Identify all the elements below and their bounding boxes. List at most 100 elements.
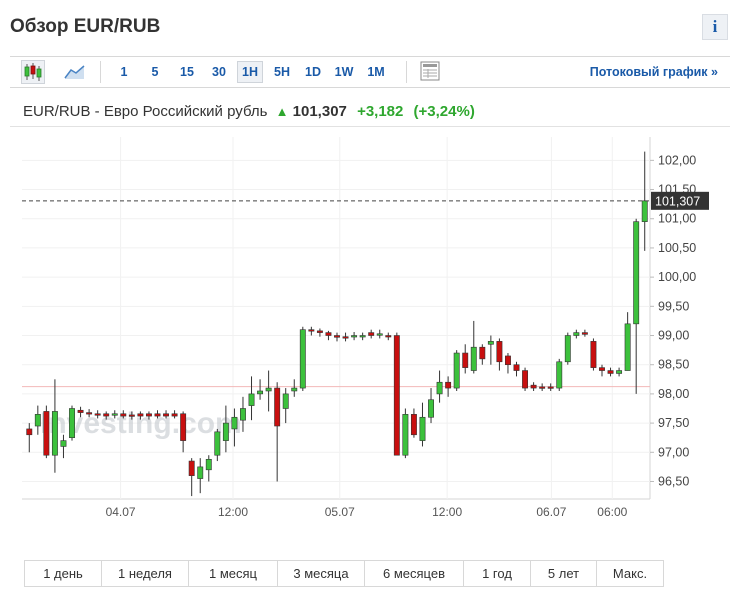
candle xyxy=(564,332,571,365)
candle-body-up xyxy=(487,341,494,345)
candle xyxy=(547,383,554,391)
range-6-months[interactable]: 6 месяцев xyxy=(365,561,464,586)
streaming-chart-link[interactable]: Потоковый график » xyxy=(590,65,718,79)
candle-body-down xyxy=(120,413,127,417)
candle xyxy=(410,408,417,438)
area-chart-icon[interactable] xyxy=(63,60,87,84)
timeframe-15[interactable]: 15 xyxy=(174,61,200,83)
y-tick-label: 99,00 xyxy=(658,329,689,343)
timeframe-1w[interactable]: 1W xyxy=(330,61,358,83)
range-1-week[interactable]: 1 неделя xyxy=(102,561,189,586)
candle xyxy=(522,367,529,391)
candle-body-down xyxy=(539,386,546,389)
candle-body-up xyxy=(248,393,255,406)
candle xyxy=(69,405,75,441)
timeframe-1d[interactable]: 1D xyxy=(300,61,326,83)
candle xyxy=(462,344,469,374)
candle-body-down xyxy=(581,332,588,335)
candle-body-up xyxy=(419,416,426,441)
y-tick-label: 99,50 xyxy=(658,299,689,313)
candle-body-down xyxy=(590,341,597,368)
timeframe-1h[interactable]: 1H xyxy=(237,61,263,83)
candle xyxy=(334,332,340,342)
candle-body-up xyxy=(359,335,366,338)
candle-body-up xyxy=(231,416,238,430)
candle-body-up xyxy=(470,346,477,371)
candle-body-down xyxy=(496,341,503,363)
candle-body-up xyxy=(51,411,58,456)
candle-body-up xyxy=(265,387,272,392)
candle-body-down xyxy=(77,409,84,413)
info-icon[interactable]: i xyxy=(702,14,728,40)
y-tick-label: 98,50 xyxy=(658,358,689,372)
candle xyxy=(299,326,306,391)
chart-area[interactable]: 04.07 12:00 05.07 12:00 06.07 06:00 102,00 101,… xyxy=(10,126,730,549)
candle xyxy=(393,332,400,456)
candle xyxy=(436,370,443,403)
range-3-months[interactable]: 3 месяца xyxy=(278,561,365,586)
candle-body-down xyxy=(547,386,554,389)
x-tick-label: 05.07 xyxy=(325,505,355,519)
candle-body-up xyxy=(436,381,443,395)
candle xyxy=(385,332,392,341)
candle xyxy=(274,382,281,482)
table-icon[interactable] xyxy=(419,60,443,84)
candle-body-down xyxy=(308,329,315,332)
candle-body-up xyxy=(240,408,246,421)
x-tick-label: 06:00 xyxy=(597,505,627,519)
candle xyxy=(633,218,640,394)
candlestick-chart-icon[interactable] xyxy=(21,60,45,84)
candlestick-chart[interactable]: 04.07 12:00 05.07 12:00 06.07 06:00 102,00 101,… xyxy=(10,127,730,549)
candle-body-up xyxy=(453,352,460,389)
candle xyxy=(487,335,494,365)
y-tick-label: 96,50 xyxy=(658,474,689,488)
candle-body-down xyxy=(163,413,169,417)
candle-body-down xyxy=(393,335,400,456)
y-tick-label: 97,50 xyxy=(658,416,689,430)
y-tick-label: 97,00 xyxy=(658,445,689,459)
candle-body-down xyxy=(43,411,50,456)
candle-body-down xyxy=(137,413,144,417)
candle xyxy=(470,320,477,374)
candle-body-down xyxy=(334,335,340,338)
candle xyxy=(453,350,460,391)
toolbar-divider xyxy=(406,61,407,83)
candle-body-down xyxy=(94,413,101,416)
candle-body-down xyxy=(462,352,469,368)
candle xyxy=(205,455,212,482)
candle xyxy=(359,332,366,341)
candle-body-up xyxy=(573,332,580,336)
candle xyxy=(26,423,33,453)
timeframe-1[interactable]: 1 xyxy=(113,61,135,83)
range-max[interactable]: Макс. xyxy=(597,561,663,586)
candle xyxy=(197,458,204,494)
candle-body-down xyxy=(342,336,349,339)
candle xyxy=(257,379,264,400)
candle-body-up xyxy=(60,440,67,447)
candle xyxy=(505,353,511,374)
candle-body-down xyxy=(385,335,392,338)
price-change: +3,182 xyxy=(357,103,404,120)
range-1-day[interactable]: 1 день xyxy=(25,561,102,586)
candle-body-up xyxy=(69,408,75,438)
candle xyxy=(376,329,383,339)
range-selector: 1 день 1 неделя 1 месяц 3 месяца 6 месяц… xyxy=(24,560,664,587)
candle-body-down xyxy=(530,384,537,389)
candle xyxy=(539,383,546,391)
toolbar-divider xyxy=(100,61,101,83)
x-tick-label: 12:00 xyxy=(218,505,248,519)
candle-body-up xyxy=(616,370,623,374)
range-1-month[interactable]: 1 месяц xyxy=(189,561,278,586)
candle xyxy=(43,405,50,459)
timeframe-1m[interactable]: 1M xyxy=(362,61,390,83)
candle-body-up xyxy=(197,466,204,479)
timeframe-5h[interactable]: 5H xyxy=(269,61,295,83)
candle xyxy=(402,408,409,459)
candle-body-up xyxy=(34,414,41,427)
candle-body-down xyxy=(479,346,486,360)
timeframe-30[interactable]: 30 xyxy=(206,61,232,83)
candle xyxy=(351,332,358,341)
range-5-years[interactable]: 5 лет xyxy=(531,561,597,586)
timeframe-5[interactable]: 5 xyxy=(144,61,166,83)
range-1-year[interactable]: 1 год xyxy=(464,561,531,586)
